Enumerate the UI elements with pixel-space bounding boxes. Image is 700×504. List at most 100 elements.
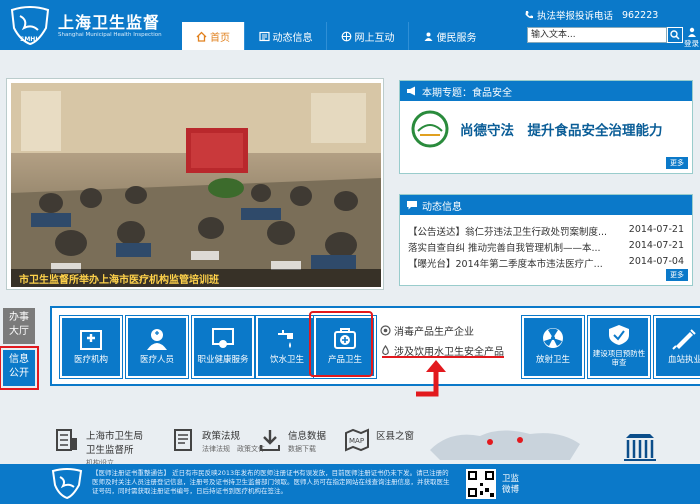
service-label: 放射卫生 [535, 355, 570, 365]
district-map-illustration[interactable] [420, 420, 590, 464]
news-more-button[interactable]: 更多 [666, 269, 688, 281]
people-icon [424, 32, 432, 41]
radiation-icon [543, 328, 563, 348]
service-label: 血站执业 [667, 355, 700, 365]
search-button[interactable] [667, 27, 683, 43]
topic-panel-header: 本期专题：食品安全 [400, 81, 692, 101]
nurse-icon [147, 329, 167, 350]
site-footer: 【医师注册证书重整通告】 近日有市民反映2013年发布的医师注册证书有误发放，目… [0, 464, 700, 504]
highlight-product-hygiene [309, 311, 373, 377]
news-item-date: 2014-07-21 [628, 240, 684, 251]
service-construction-review[interactable]: 建设项目预防性审查 [587, 315, 651, 379]
download-icon [260, 430, 280, 451]
service-radiation-hygiene[interactable]: 放射卫生 [521, 315, 585, 379]
meeting-photo-illustration [11, 83, 381, 287]
shield-icon [609, 325, 629, 345]
service-label: 建设项目预防性审查 [592, 349, 646, 367]
tab-info-disclosure[interactable]: 信息 公开 [0, 346, 39, 390]
search-icon [670, 30, 680, 40]
news-item[interactable]: 落实自查自纠 推动完善自我管理机制——本... 2014-07-21 [408, 240, 686, 254]
nav-interaction[interactable]: 网上互动 [326, 22, 408, 50]
disinfect-icon [380, 324, 391, 336]
hotline-label: 执法举报投诉电话 [537, 11, 614, 22]
nav-news-label: 动态信息 [272, 32, 313, 44]
news-item-date: 2014-07-04 [628, 256, 684, 267]
syringe-icon [672, 329, 696, 350]
main-nav: 首页 动态信息 网上互动 便民服务 [182, 22, 490, 50]
service-label: 医疗人员 [139, 355, 174, 365]
nav-services-label: 便民服务 [436, 32, 477, 44]
tab-service-hall-line1: 办事 [9, 312, 29, 323]
phone-icon [525, 11, 533, 19]
footer-link-data[interactable]: 信息数据 数据下载 [258, 428, 326, 454]
hero-carousel[interactable]: 市卫生监督所举办上海市医疗机构监管培训班 [6, 78, 384, 290]
footer-link-sub: 法律法规 政策文件 [202, 445, 265, 453]
news-icon [258, 31, 270, 41]
service-blood-station[interactable]: 血站执业 [653, 315, 700, 379]
topic-panel: 本期专题：食品安全 尚德守法 提升食品安全治理能力 更多 [399, 80, 693, 174]
pavilion-logo-icon [624, 434, 656, 461]
topic-banner[interactable]: 尚德守法 提升食品安全治理能力 [408, 109, 688, 149]
service-label: 医疗机构 [73, 355, 108, 365]
site-header: SMHI 上海卫生监督 Shanghai Municipal Health In… [0, 0, 700, 50]
nav-home-label: 首页 [210, 32, 230, 44]
service-medical-institution[interactable]: 医疗机构 [59, 315, 123, 379]
news-item[interactable]: 【曝光台】2014年第二季度本市违法医疗广... 2014-07-04 [408, 256, 686, 270]
footer-link-title: 政策法规 [202, 431, 241, 442]
service-label: 饮水卫生 [269, 355, 304, 365]
nav-home[interactable]: 首页 [182, 22, 244, 50]
footer-link-districts[interactable]: MAP 区县之窗 [344, 428, 414, 452]
nav-news[interactable]: 动态信息 [244, 22, 326, 50]
footer-link-title2: 卫生监督所 [86, 445, 134, 456]
product-sub-list: 消毒产品生产企业 涉及饮用水卫生安全产品 [380, 320, 504, 360]
search-input[interactable]: 输入文本... [527, 27, 667, 43]
news-item-title[interactable]: 【公告送达】翁仁芬违法卫生行政处罚案制度... [408, 224, 618, 238]
topic-more-button[interactable]: 更多 [666, 157, 688, 169]
map-icon: MAP [345, 428, 369, 452]
footer-link-sub: 数据下载 [288, 445, 316, 453]
product-sub-item[interactable]: 消毒产品生产企业 [380, 320, 504, 340]
water-drop-icon [382, 344, 389, 355]
login-button[interactable]: 登录 [684, 26, 700, 48]
footer-link-policy[interactable]: 政策法规 法律法规 政策文件 [172, 428, 265, 454]
tab-info-disclosure-line1: 信息 [9, 354, 29, 365]
faucet-icon [278, 330, 293, 348]
building-icon [56, 429, 77, 451]
tab-service-hall[interactable]: 办事 大厅 [3, 308, 35, 344]
nav-services[interactable]: 便民服务 [408, 22, 490, 50]
news-item-date: 2014-07-21 [628, 224, 684, 235]
service-occupational-health[interactable]: 职业健康服务 [191, 315, 255, 379]
login-label: 登录 [684, 39, 699, 48]
qr-code-icon[interactable] [466, 469, 496, 499]
services-strip: 医疗机构 医疗人员 职业健康服务 饮水卫生 产品卫生 消毒产品生产企业 涉及饮用… [50, 306, 700, 386]
footer-logo-icon [51, 468, 83, 500]
site-logo[interactable]: SMHI 上海卫生监督 Shanghai Municipal Health In… [8, 6, 168, 46]
logo-subtitle: Shanghai Municipal Health Inspection [58, 32, 162, 38]
qr-label: 卫监微博 [502, 474, 520, 495]
hotline-number: 962223 [622, 9, 659, 21]
tab-info-disclosure-line2: 公开 [9, 368, 29, 379]
home-icon [196, 31, 207, 42]
service-label: 职业健康服务 [197, 355, 249, 365]
footer-link-bureau[interactable]: 上海市卫生局 卫生监督所 机构设立 [54, 428, 143, 468]
user-icon [688, 27, 696, 37]
footer-link-title: 上海市卫生局 [86, 431, 144, 442]
service-medical-staff[interactable]: 医疗人员 [125, 315, 189, 379]
topic-banner-text: 尚德守法 提升食品安全治理能力 [460, 123, 663, 139]
food-safety-emblem-icon [411, 110, 449, 148]
news-panel: 动态信息 【公告送达】翁仁芬违法卫生行政处罚案制度... 2014-07-21 … [399, 194, 693, 286]
topic-header-label: 本期专题：食品安全 [422, 87, 512, 99]
megaphone-icon [407, 86, 415, 96]
tab-service-hall-line2: 大厅 [9, 326, 29, 337]
hero-caption[interactable]: 市卫生监督所举办上海市医疗机构监管培训班 [11, 269, 381, 287]
news-item[interactable]: 【公告送达】翁仁芬违法卫生行政处罚案制度... 2014-07-21 [408, 224, 686, 238]
hospital-icon [80, 330, 102, 350]
news-item-title[interactable]: 【曝光台】2014年第二季度本市违法医疗广... [408, 256, 618, 270]
hero-photo[interactable] [11, 83, 381, 287]
news-panel-header: 动态信息 [400, 195, 692, 215]
certificate-icon [212, 328, 234, 348]
news-item-title[interactable]: 落实自查自纠 推动完善自我管理机制——本... [408, 240, 618, 254]
footer-notice[interactable]: 【医师注册证书重整通告】 近日有市民反映2013年发布的医师注册证书有误发放，目… [92, 469, 452, 496]
news-header-label: 动态信息 [422, 201, 462, 213]
hotline: 执法举报投诉电话 962223 [524, 8, 658, 22]
